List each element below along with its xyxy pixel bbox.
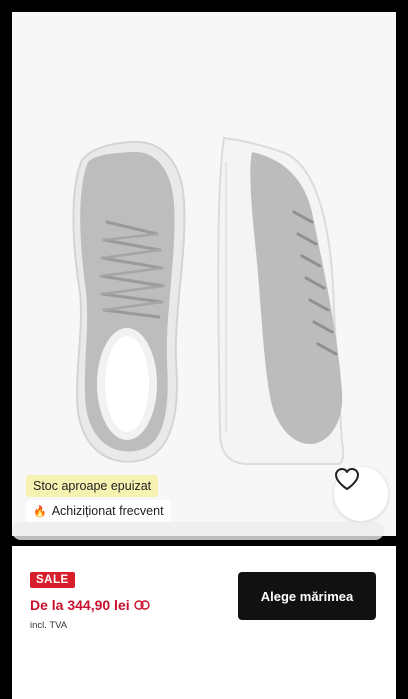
fire-icon: 🔥 [33,505,47,518]
right-shoe-side-view [217,136,345,465]
price-row: De la 344,90 lei [30,597,150,613]
heart-icon [335,468,359,490]
select-size-button[interactable]: Alege mărimea [238,572,376,620]
price-text: De la 344,90 lei [30,597,130,613]
sheet-handle-strip [12,522,384,540]
frequently-bought-badge: 🔥 Achiziționat frecvent [26,500,171,522]
left-shoe-top-view [72,140,186,463]
price-info-icon[interactable] [133,599,150,611]
sale-badge: SALE [30,572,75,588]
purchase-bar: SALE De la 344,90 lei incl. TVA Alege mă… [12,546,396,699]
product-image[interactable]: Stoc aproape epuizat 🔥 Achiziționat frec… [12,12,396,536]
status-bar [0,0,408,68]
wishlist-button[interactable] [334,467,388,521]
vat-note: incl. TVA [30,620,68,631]
sneakers-illustration [72,136,345,465]
low-stock-badge: Stoc aproape epuizat [26,475,159,497]
frequently-bought-label: Achiziționat frecvent [51,504,164,518]
